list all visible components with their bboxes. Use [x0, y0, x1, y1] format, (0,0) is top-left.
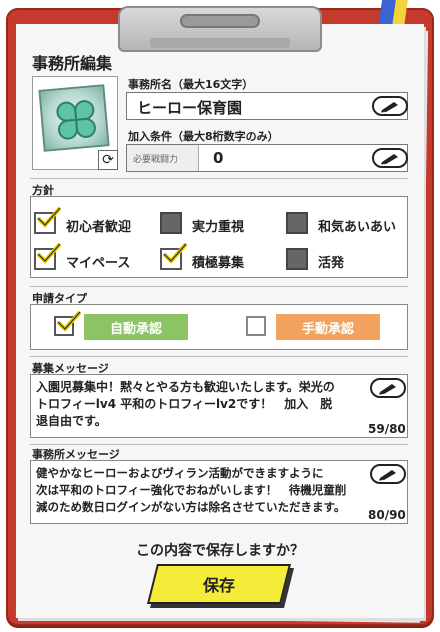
office-message-counter: 80/90	[368, 508, 406, 522]
clip-icon	[118, 6, 322, 52]
office-name-label: 事務所名（最大16文字）	[128, 78, 254, 91]
page-title: 事務所編集	[32, 54, 113, 73]
policy-option-label: マイペース	[66, 256, 131, 271]
save-button[interactable]: 保存	[147, 564, 291, 604]
policy-checkbox-mypace[interactable]	[34, 242, 62, 270]
policy-option-label: 和気あいあい	[318, 220, 397, 235]
combat-power-label: 必要戦闘力	[133, 155, 179, 165]
pencil-icon[interactable]	[370, 378, 406, 398]
policy-option-label: 積極募集	[192, 256, 245, 271]
pencil-icon[interactable]	[370, 464, 406, 484]
office-emblem[interactable]: ⟳	[32, 76, 118, 170]
divider	[30, 286, 408, 287]
policy-option-label: 初心者歓迎	[66, 220, 132, 235]
join-condition-label: 加入条件（最大8桁数字のみ）	[128, 130, 279, 143]
policy-option-label: 実力重視	[192, 220, 245, 235]
office-message-line: 減のため数日ログインがない方は除名させていただきます。	[36, 500, 346, 514]
policy-checkbox-lively[interactable]	[286, 248, 308, 270]
rotate-icon[interactable]: ⟳	[98, 150, 118, 170]
office-message-line: 健やかなヒーローおよびヴィラン活動ができますように	[36, 466, 324, 480]
clover-emblem-icon	[38, 84, 110, 152]
pencil-icon[interactable]	[372, 148, 408, 168]
join-condition-value: 0	[213, 149, 224, 167]
policy-option-label: 活発	[318, 256, 345, 271]
divider	[30, 356, 408, 357]
recruit-message-counter: 59/80	[368, 422, 406, 436]
policy-checkbox-active-recruit[interactable]	[160, 242, 188, 270]
pencil-icon[interactable]	[372, 96, 408, 116]
manual-approve-checkbox[interactable]	[246, 316, 266, 336]
divider	[30, 444, 408, 445]
policy-checkbox-friendly[interactable]	[286, 212, 308, 234]
auto-approve-checkbox[interactable]	[54, 310, 82, 336]
save-confirm-question: この内容で保存しますか？	[136, 543, 304, 559]
recruit-message-line: 入園児募集中！黙々とやる方も歓迎いたします。栄光の	[36, 380, 335, 394]
recruit-message-line: トロフィーlv4 平和のトロフィーlv2です！ 加入 脱	[36, 397, 333, 411]
policy-checkbox-beginner[interactable]	[34, 206, 62, 234]
divider	[30, 178, 408, 179]
auto-approve-button[interactable]: 自動承認	[84, 314, 188, 340]
recruit-message-line: 退自由です。	[36, 414, 107, 428]
policy-checkbox-skill[interactable]	[160, 212, 182, 234]
office-message-line: 次は平和のトロフィー強化でおねがいします！ 待機児童削	[36, 483, 347, 497]
manual-approve-button[interactable]: 手動承認	[276, 314, 380, 340]
join-condition-field[interactable]: 必要戦闘力 0	[126, 144, 408, 172]
save-button-label: 保存	[202, 576, 235, 595]
office-name-field[interactable]: ヒーロー保育園	[126, 92, 408, 120]
office-name-value: ヒーロー保育園	[137, 99, 243, 117]
